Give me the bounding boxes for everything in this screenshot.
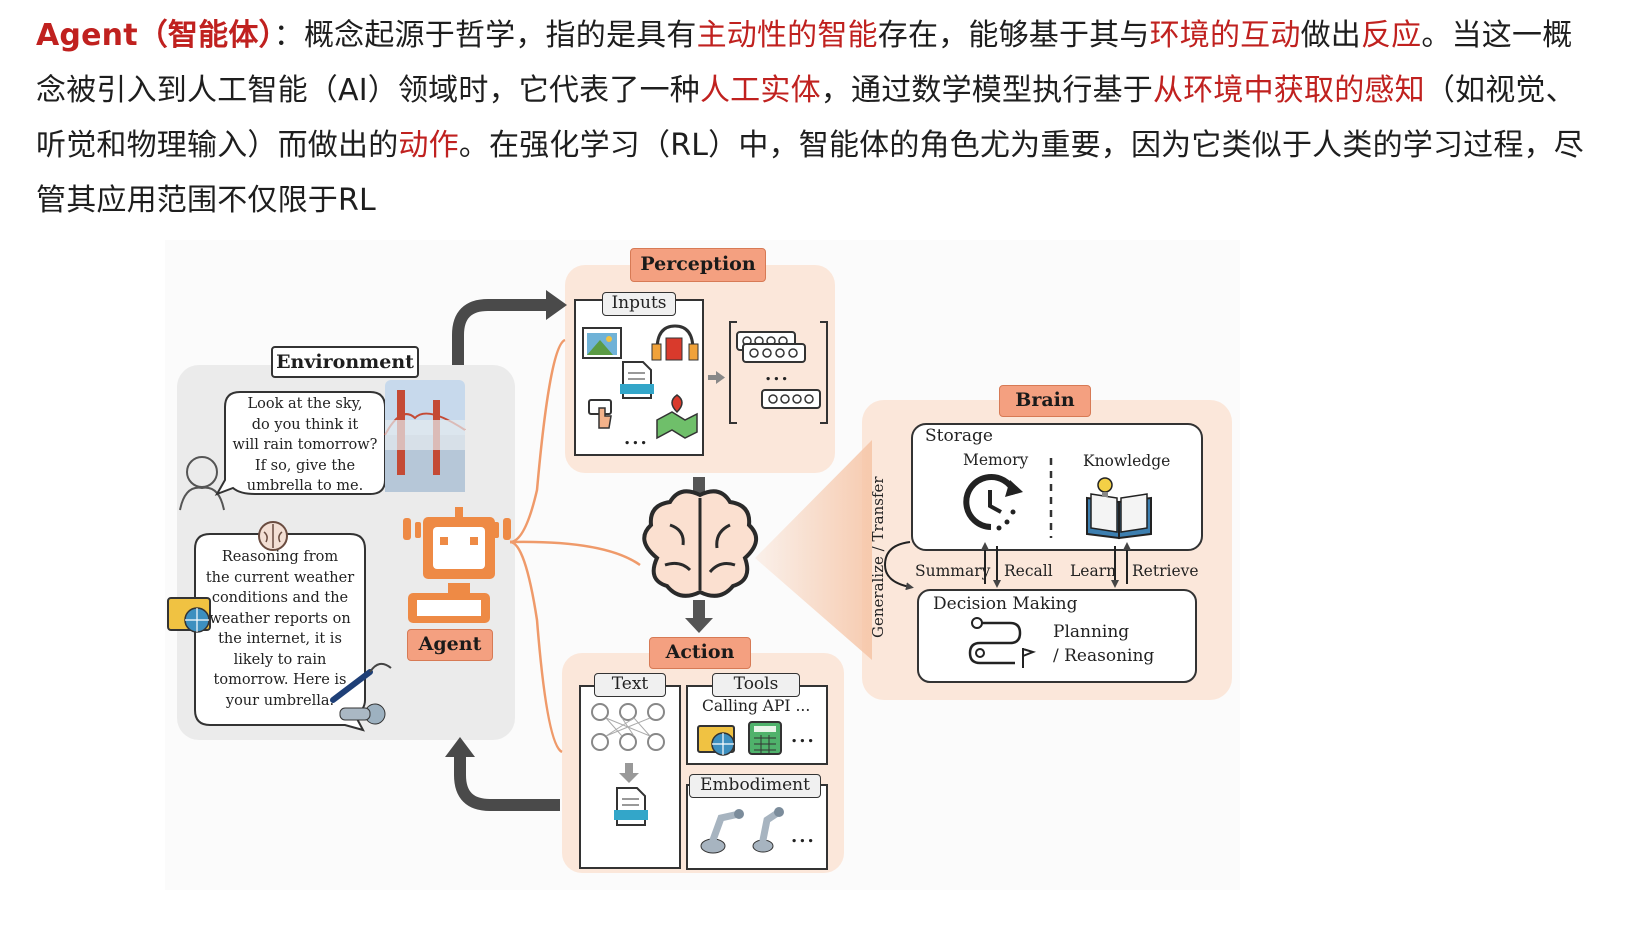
- reply-line: likely to rain: [233, 651, 327, 668]
- calling-api-label: Calling API ...: [702, 697, 811, 715]
- intro-segment: ，通过数学模型执行基于: [820, 73, 1153, 108]
- inputs-label: Inputs: [602, 292, 676, 316]
- token-row: [736, 331, 806, 363]
- agent-diagram: Environment Look at the sky, do you thin…: [165, 240, 1240, 890]
- retrieve-label: Retrieve: [1132, 562, 1199, 580]
- speech-line: Look at the sky,: [247, 396, 363, 412]
- arrow-to-perception-head: [546, 290, 567, 320]
- tokens-ellipsis: ...: [765, 364, 790, 385]
- reply-brain-icon: [258, 521, 288, 551]
- intro-segment: 反应: [1360, 18, 1422, 53]
- tools-label: Tools: [712, 673, 800, 697]
- intro-segment: ：概念起源于哲学，指的是具有: [273, 18, 697, 53]
- agent-to-perception-link: [509, 338, 566, 544]
- intro-segment: 动作: [398, 128, 459, 163]
- token-row: [761, 389, 821, 409]
- intro-paragraph: Agent（智能体）：概念起源于哲学，指的是具有主动性的智能存在，能够基于其与环…: [36, 8, 1596, 228]
- text-label: Text: [594, 673, 666, 697]
- learn-label: Learn: [1070, 562, 1117, 580]
- reply-line: weather reports on: [209, 610, 351, 627]
- arrow-to-environment: [454, 755, 560, 811]
- intro-segment: 主动性的智能: [696, 18, 878, 53]
- intro-segment: 环境的互动: [1149, 18, 1301, 53]
- perception-small-arrow: [708, 375, 717, 380]
- agent-to-brain-link: [509, 540, 641, 567]
- embodiment-label: Embodiment: [689, 774, 821, 798]
- speech-line: If so, give the: [254, 457, 356, 474]
- brain-down-arrow: [693, 600, 705, 620]
- txt-file-icon: [620, 361, 654, 399]
- embodiment-ellipsis: ...: [791, 826, 816, 847]
- reply-text: Reasoning from the current weather condi…: [197, 547, 363, 711]
- brain-label: Brain: [999, 385, 1091, 417]
- brain-icon: [642, 489, 758, 598]
- reply-line: conditions and the: [211, 590, 349, 606]
- image-icon: [582, 327, 622, 359]
- reply-line: the internet, it is: [218, 631, 342, 647]
- inputs-ellipsis: ...: [624, 428, 649, 449]
- agent-to-action-link: [509, 540, 563, 754]
- reply-line: Reasoning from: [221, 549, 339, 565]
- summary-label: Summary: [915, 562, 991, 580]
- knowledge-label: Knowledge: [1083, 452, 1171, 470]
- speech-line: will rain tomorrow?: [232, 437, 378, 453]
- speech-line: do you think it: [251, 416, 359, 433]
- intro-segment: 存在，能够基于其与: [877, 18, 1150, 53]
- intro-segment: 人工实体: [699, 73, 821, 108]
- action-label: Action: [649, 637, 751, 669]
- storage-label: Storage: [925, 426, 993, 446]
- reply-line: the current weather: [205, 569, 355, 586]
- planning-label: Planning: [1053, 622, 1130, 642]
- decision-label: Decision Making: [933, 594, 1078, 614]
- intro-segment: 做出: [1300, 18, 1361, 53]
- perception-label: Perception: [630, 248, 766, 282]
- generalize-transfer-label: Generalize / Transfer: [869, 476, 887, 638]
- intro-segment: Agent（智能体）: [36, 18, 274, 53]
- recall-label: Recall: [1004, 562, 1053, 580]
- reasoning-label: / Reasoning: [1053, 646, 1155, 666]
- agent-label: Agent: [407, 629, 493, 661]
- memory-label: Memory: [963, 451, 1029, 469]
- speech-line: umbrella to me.: [246, 478, 364, 494]
- brain-down-arrow-head: [685, 618, 713, 633]
- reply-line: tomorrow. Here is: [213, 672, 347, 688]
- reply-line: your umbrella.: [225, 692, 335, 709]
- calculator-icon: [748, 721, 782, 755]
- tools-ellipsis: ...: [791, 726, 816, 747]
- browser-globe-icon: [697, 725, 735, 756]
- txt-file-icon: [614, 787, 648, 826]
- speech-text: Look at the sky, do you think it will ra…: [227, 394, 383, 497]
- bridge-image: [384, 380, 466, 492]
- intro-segment: 从环境中获取的感知: [1153, 73, 1425, 108]
- arrow-to-perception: [452, 299, 548, 365]
- environment-label: Environment: [271, 346, 419, 378]
